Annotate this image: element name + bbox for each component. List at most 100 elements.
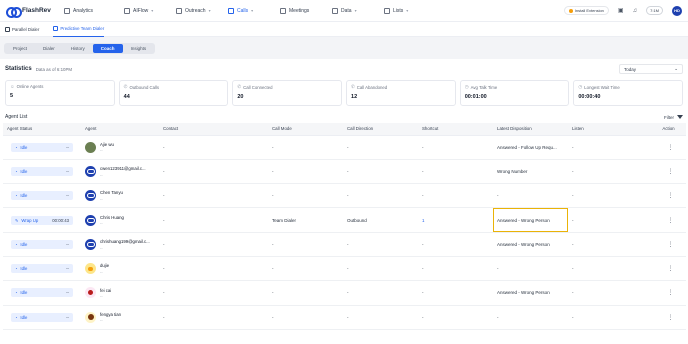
table-row[interactable]: ◔ Idle -- fei cai -- - - - - Answered - Wrong Per…: [3, 280, 686, 306]
filter-icon: [677, 115, 683, 119]
agent-info: chrishuang199@gmail.c... --: [85, 238, 159, 250]
agent-cell: Chen Tanyu --: [81, 183, 159, 209]
nav-item-analytics[interactable]: Analytics: [64, 0, 124, 22]
stat-card-label: Outbound Calls: [129, 84, 160, 90]
agent-text: Ajie wu --: [100, 142, 114, 153]
table-row[interactable]: ✎ Wrap Up 00:00:43 Chris Huang -- - Team Diale…: [3, 207, 686, 233]
agent-status-select[interactable]: ◔ Idle --: [11, 191, 73, 201]
more-vertical-icon[interactable]: ⋮: [668, 290, 674, 296]
nav-item-aiflow[interactable]: AIFlow ▾: [124, 0, 176, 22]
phone-icon: ✆: [123, 84, 128, 89]
action-cell: ⋮: [651, 280, 686, 306]
date-range-select[interactable]: Today ⌄: [619, 64, 683, 74]
agent-status-select[interactable]: ◔ Idle --: [11, 142, 73, 152]
date-range-value: Today: [624, 66, 637, 72]
nav-item-data[interactable]: Data ▾: [332, 0, 384, 22]
listen-cell: -: [568, 135, 651, 160]
nav-item-outreach[interactable]: Outreach ▾: [176, 0, 228, 22]
table-row[interactable]: ◔ Idle -- cwen123911@gmail.c... -- - - - - Wrong …: [3, 159, 686, 185]
action-cell: ⋮: [651, 159, 686, 185]
statistics-title: Statistics: [5, 66, 32, 72]
more-vertical-icon[interactable]: ⋮: [668, 169, 674, 175]
status-icon: ✎: [15, 217, 19, 223]
table-row[interactable]: ◔ Idle -- Chen Tanyu -- - - - - - - ⋮: [3, 183, 686, 209]
agent-status-select[interactable]: ◔ Idle --: [11, 264, 73, 274]
listen-cell: -: [568, 305, 651, 330]
table-row[interactable]: ◔ Idle -- chrishuang199@gmail.c... -- - - - - Ans…: [3, 232, 686, 257]
agent-extension: --: [100, 195, 103, 201]
agent-text: Chris Huang --: [100, 215, 124, 226]
bell-icon[interactable]: ♫: [633, 8, 638, 14]
latest-disposition-cell: Wrong Number: [493, 159, 568, 185]
agent-status-select[interactable]: ◔ Idle --: [11, 312, 73, 322]
nav-outreach-icon: [176, 7, 182, 14]
time-indicator[interactable]: 7:1M: [646, 6, 663, 15]
tab-history[interactable]: History: [63, 44, 93, 53]
agent-text: Chen Tanyu --: [100, 190, 123, 201]
install-extension-button[interactable]: Install Extension: [563, 6, 609, 15]
tab-project[interactable]: Project: [5, 44, 35, 53]
filter-button[interactable]: Filter: [664, 115, 683, 120]
nav-item-lists[interactable]: Lists ▾: [384, 0, 424, 22]
nav-item-label: Calls: [237, 7, 249, 14]
more-vertical-icon[interactable]: ⋮: [668, 315, 674, 321]
avatar: [85, 287, 96, 299]
agent-status-select[interactable]: ✎ Wrap Up 00:00:43: [11, 215, 73, 225]
shortcut-cell: -: [418, 135, 493, 160]
shortcut-cell: -: [418, 159, 493, 185]
status-label: Idle: [20, 168, 28, 174]
agent-extension: --: [100, 220, 103, 226]
tab-dialer[interactable]: Dialer: [35, 44, 63, 53]
subtab-parallel-dialer[interactable]: Parallel Dialer: [5, 22, 39, 37]
subtab-predictive-team-dialer[interactable]: Predictive Team Dialer: [53, 22, 105, 37]
agent-info: fei cai --: [85, 287, 159, 299]
chrome-icon: [568, 8, 573, 13]
user-avatar[interactable]: HD: [672, 5, 682, 16]
agent-status-select[interactable]: ◔ Idle --: [11, 166, 73, 176]
nav-item-label: AIFlow: [133, 7, 149, 14]
agent-status-select[interactable]: ◔ Idle --: [11, 288, 73, 298]
call-direction-cell: -: [343, 232, 418, 257]
latest-disposition-cell: -: [493, 183, 568, 209]
nav-item-meetings[interactable]: Meetings: [280, 0, 332, 22]
chevron-down-icon: ▾: [151, 8, 154, 13]
chevron-down-icon: ▾: [251, 8, 254, 13]
table-row[interactable]: ◔ Idle -- dujie -- - - - - - - ⋮: [3, 256, 686, 282]
nav-item-calls[interactable]: Calls ▾: [228, 0, 280, 22]
tab-coach[interactable]: Coach: [92, 43, 123, 53]
more-vertical-icon[interactable]: ⋮: [668, 145, 674, 151]
chevron-down-icon: ▾: [354, 8, 357, 13]
avatar: [85, 263, 96, 275]
stat-card-label: Online Agents: [16, 84, 44, 89]
call-mode-cell: -: [268, 159, 343, 185]
tab-insights[interactable]: Insights: [123, 44, 155, 53]
agent-cell: Chris Huang --: [81, 207, 159, 233]
more-vertical-icon[interactable]: ⋮: [668, 218, 674, 224]
agent-text: dujie --: [100, 263, 109, 274]
gift-icon[interactable]: ▣: [618, 7, 624, 14]
call-mode-cell: -: [268, 135, 343, 160]
listen-cell: -: [568, 207, 651, 233]
call-direction-cell: -: [343, 159, 418, 185]
app-logo[interactable]: FlashRev: [6, 7, 64, 18]
more-vertical-icon[interactable]: ⋮: [668, 242, 674, 248]
status-label: Idle: [20, 193, 28, 199]
status-label: Wrap Up: [21, 217, 39, 223]
stat-card-value: 44: [123, 94, 130, 100]
agent-status-select[interactable]: ◔ Idle --: [11, 239, 73, 249]
stat-card-value: 00:00:40: [578, 94, 601, 100]
table-row[interactable]: ◔ Idle -- fengya tian -- - - - - - - ⋮: [3, 305, 686, 330]
nav-item-label: Analytics: [73, 7, 94, 14]
status-icon: ◔: [15, 290, 18, 296]
call-direction-cell: Outbound: [343, 207, 418, 233]
chevron-down-icon: ⌄: [674, 66, 678, 71]
statistics-header: Statistics Data as of 6:10PM Today ⌄: [0, 62, 688, 76]
more-vertical-icon[interactable]: ⋮: [668, 193, 674, 199]
column-header: Call Mode: [268, 123, 343, 136]
table-row[interactable]: ◔ Idle -- Ajie wu -- - - - - Answered - Follow Up…: [3, 135, 686, 160]
latest-disposition-cell: Answered - Wrong Person: [493, 207, 568, 233]
more-vertical-icon[interactable]: ⋮: [668, 266, 674, 272]
latest-disposition-cell: Answered - Wrong Person: [493, 280, 568, 306]
status-icon: ◔: [15, 266, 18, 272]
chevron-down-icon: ▾: [406, 8, 409, 13]
